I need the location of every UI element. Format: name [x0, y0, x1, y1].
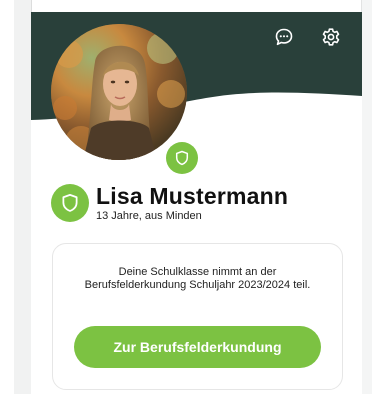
profile-screen: Lisa Mustermann 13 Jahre, aus Minden Dei… — [31, 12, 362, 394]
chat-button[interactable] — [273, 26, 295, 48]
avatar-verified-badge — [166, 142, 198, 174]
app-page: Lisa Mustermann 13 Jahre, aus Minden Dei… — [0, 0, 372, 394]
shield-icon — [175, 150, 189, 166]
device-frame-left — [14, 0, 32, 394]
card-message: Deine Schulklasse nimmt an der Berufsfel… — [84, 266, 311, 291]
avatar[interactable] — [51, 24, 187, 160]
berufsfelderkundung-button[interactable]: Zur Berufsfelderkundung — [74, 326, 321, 368]
avatar-container — [51, 24, 198, 174]
user-name: Lisa Mustermann — [96, 183, 289, 209]
settings-button[interactable] — [320, 26, 342, 48]
info-card: Deine Schulklasse nimmt an der Berufsfel… — [52, 243, 343, 390]
profile-photo — [51, 24, 187, 160]
shield-icon — [62, 194, 78, 212]
device-frame-right — [361, 0, 372, 394]
name-verified-badge — [51, 184, 89, 222]
gear-icon — [322, 28, 340, 46]
chat-bubble-icon — [275, 28, 293, 46]
user-subtitle: 13 Jahre, aus Minden — [96, 210, 202, 222]
